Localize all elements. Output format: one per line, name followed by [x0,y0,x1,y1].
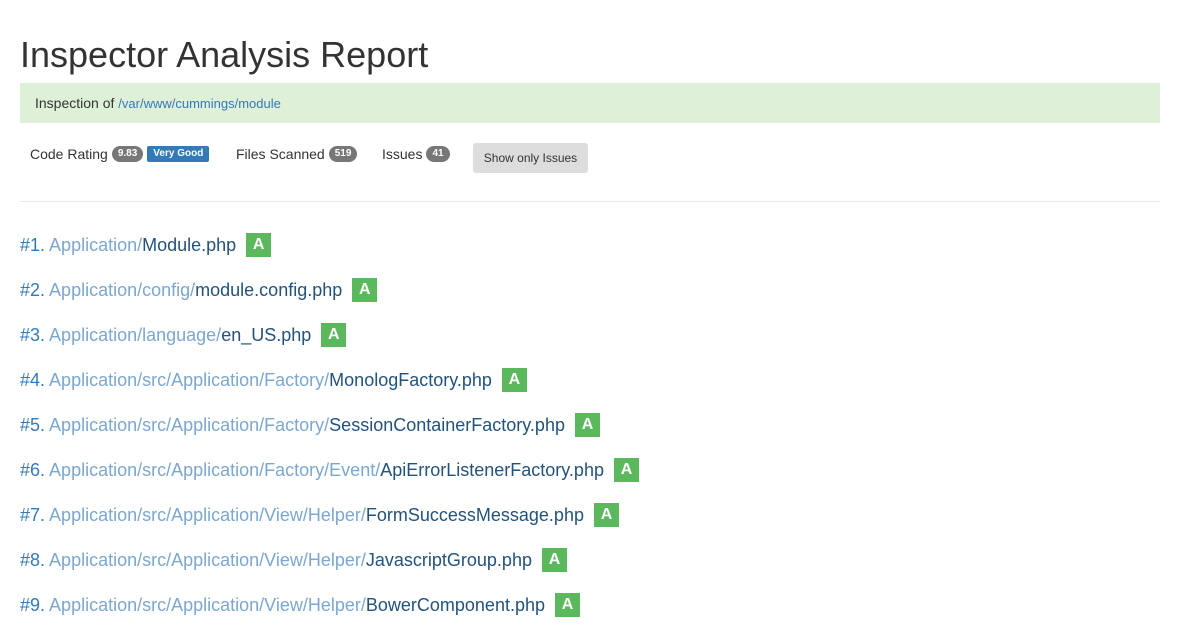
page-title: Inspector Analysis Report [20,34,429,75]
report-container: Inspector Analysis Report Inspection of … [0,0,1177,627]
file-directory: Application/src/Application/Factory/Even… [49,459,381,480]
file-number: #6. [20,459,46,480]
file-row: #5. Application/src/Application/Factory/… [20,402,1160,447]
file-name: BowerComponent.php [365,594,545,615]
inspection-path-link[interactable]: /var/www/cummings/module [118,96,281,111]
file-number: #4. [20,369,46,390]
file-link[interactable]: #8. Application/src/Application/View/Hel… [20,549,532,571]
code-rating-badge: 9.83 [111,146,144,162]
grade-badge: A [555,592,580,617]
file-row: #9. Application/src/Application/View/Hel… [20,582,1160,627]
file-directory: Application/ [49,234,143,255]
files-scanned-badge: 519 [328,146,358,162]
file-number: #7. [20,504,46,525]
file-name: module.config.php [195,279,343,300]
file-directory: Application/src/Application/View/Helper/ [49,504,366,525]
file-name: ApiErrorListenerFactory.php [380,459,604,480]
file-number: #3. [20,324,46,345]
show-only-issues-button[interactable]: Show only Issues [473,143,588,173]
file-directory: Application/src/Application/View/Helper/ [49,594,366,615]
grade-badge: A [613,457,639,482]
grade-badge: A [541,547,567,572]
file-name: MonologFactory.php [329,369,492,390]
file-row: #1. Application/Module.php A [20,222,1160,267]
grade-badge: A [501,367,527,392]
grade-badge: A [246,232,272,257]
file-row: #2. Application/config/module.config.php… [20,267,1160,312]
grade-badge: A [321,322,347,347]
file-directory: Application/src/Application/View/Helper/ [49,549,366,570]
file-name: Module.php [142,234,237,255]
file-number: #5. [20,414,46,435]
file-link[interactable]: #5. Application/src/Application/Factory/… [20,414,565,436]
stats-bar: Code Rating 9.83 Very Good Files Scanned… [20,123,1160,202]
file-directory: Application/src/Application/Factory/ [49,414,330,435]
file-link[interactable]: #1. Application/Module.php [20,234,236,256]
file-row: #8. Application/src/Application/View/Hel… [20,537,1160,582]
file-number: #9. [20,594,46,615]
code-rating-label: Code Rating [30,146,108,162]
file-directory: Application/language/ [49,324,222,345]
file-list: #1. Application/Module.php A #2. Applicati… [20,222,1160,627]
file-link[interactable]: #9. Application/src/Application/View/Hel… [20,594,545,616]
code-rating-grade-label: Very Good [147,146,210,162]
issues-label: Issues [382,146,423,162]
inspection-banner: Inspection of /var/www/cummings/module [20,83,1160,123]
grade-badge: A [352,277,378,302]
grade-badge: A [593,502,619,527]
file-row: #6. Application/src/Application/Factory/… [20,447,1160,492]
file-link[interactable]: #4. Application/src/Application/Factory/… [20,369,492,391]
issues-badge: 41 [426,146,450,162]
grade-badge: A [574,412,600,437]
file-directory: Application/config/ [49,279,196,300]
file-name: SessionContainerFactory.php [329,414,565,435]
files-scanned-stat: Files Scanned 519 [236,145,358,163]
file-link[interactable]: #7. Application/src/Application/View/Hel… [20,504,584,526]
file-number: #2. [20,279,46,300]
file-row: #4. Application/src/Application/Factory/… [20,357,1160,402]
file-link[interactable]: #2. Application/config/module.config.php [20,279,342,301]
file-name: FormSuccessMessage.php [365,504,584,525]
inspection-prefix: Inspection of [35,95,115,111]
file-name: JavascriptGroup.php [365,549,532,570]
code-rating-stat: Code Rating 9.83 Very Good [30,145,210,163]
issues-stat: Issues 41 [382,145,450,163]
file-link[interactable]: #6. Application/src/Application/Factory/… [20,459,604,481]
file-name: en_US.php [221,324,312,345]
file-link[interactable]: #3. Application/language/en_US.php [20,324,311,346]
files-scanned-label: Files Scanned [236,146,325,162]
file-row: #3. Application/language/en_US.php A [20,312,1160,357]
file-number: #1. [20,234,46,255]
file-row: #7. Application/src/Application/View/Hel… [20,492,1160,537]
file-number: #8. [20,549,46,570]
file-directory: Application/src/Application/Factory/ [49,369,330,390]
